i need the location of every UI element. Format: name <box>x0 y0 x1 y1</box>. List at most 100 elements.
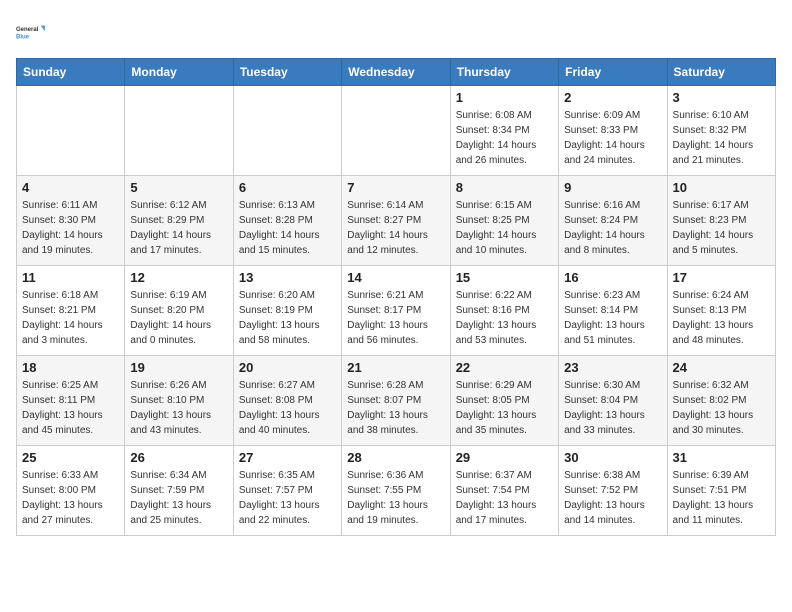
day-info: Sunrise: 6:22 AM Sunset: 8:16 PM Dayligh… <box>456 288 553 348</box>
day-info: Sunrise: 6:36 AM Sunset: 7:55 PM Dayligh… <box>347 468 444 528</box>
calendar-body: 1 Sunrise: 6:08 AM Sunset: 8:34 PM Daylig… <box>17 86 776 536</box>
weekday-header-monday: Monday <box>125 59 233 86</box>
weekday-header-saturday: Saturday <box>667 59 775 86</box>
calendar-cell <box>17 86 125 176</box>
weekday-header-row: SundayMondayTuesdayWednesdayThursdayFrid… <box>17 59 776 86</box>
calendar-week-3: 11 Sunrise: 6:18 AM Sunset: 8:21 PM Dayli… <box>17 266 776 356</box>
calendar-week-1: 1 Sunrise: 6:08 AM Sunset: 8:34 PM Daylig… <box>17 86 776 176</box>
day-info: Sunrise: 6:09 AM Sunset: 8:33 PM Dayligh… <box>564 108 661 168</box>
calendar-cell: 9Sunrise: 6:16 AM Sunset: 8:24 PM Daylig… <box>559 176 667 266</box>
calendar-cell: 2 Sunrise: 6:09 AM Sunset: 8:33 PM Daylig… <box>559 86 667 176</box>
weekday-header-friday: Friday <box>559 59 667 86</box>
calendar-cell: 3Sunrise: 6:10 AM Sunset: 8:32 PM Daylig… <box>667 86 775 176</box>
calendar-cell: 25Sunrise: 6:33 AM Sunset: 8:00 PM Dayli… <box>17 446 125 536</box>
day-number: 24 <box>673 360 770 375</box>
day-number: 1 <box>456 90 553 105</box>
calendar-cell <box>233 86 341 176</box>
svg-text:Blue: Blue <box>16 34 30 40</box>
day-info: Sunrise: 6:27 AM Sunset: 8:08 PM Dayligh… <box>239 378 336 438</box>
calendar-table: SundayMondayTuesdayWednesdayThursdayFrid… <box>16 58 776 536</box>
day-number: 10 <box>673 180 770 195</box>
calendar-cell: 29Sunrise: 6:37 AM Sunset: 7:54 PM Dayli… <box>450 446 558 536</box>
day-info: Sunrise: 6:30 AM Sunset: 8:04 PM Dayligh… <box>564 378 661 438</box>
day-number: 30 <box>564 450 661 465</box>
calendar-cell: 4Sunrise: 6:11 AM Sunset: 8:30 PM Daylig… <box>17 176 125 266</box>
day-number: 16 <box>564 270 661 285</box>
calendar-cell: 28Sunrise: 6:36 AM Sunset: 7:55 PM Dayli… <box>342 446 450 536</box>
calendar-cell: 14 Sunrise: 6:21 AM Sunset: 8:17 PM Dayli… <box>342 266 450 356</box>
day-info: Sunrise: 6:28 AM Sunset: 8:07 PM Dayligh… <box>347 378 444 438</box>
day-info: Sunrise: 6:24 AM Sunset: 8:13 PM Dayligh… <box>673 288 770 348</box>
calendar-cell: 24 Sunrise: 6:32 AM Sunset: 8:02 PM Dayli… <box>667 356 775 446</box>
weekday-header-sunday: Sunday <box>17 59 125 86</box>
day-info: Sunrise: 6:26 AM Sunset: 8:10 PM Dayligh… <box>130 378 227 438</box>
day-number: 12 <box>130 270 227 285</box>
day-info: Sunrise: 6:38 AM Sunset: 7:52 PM Dayligh… <box>564 468 661 528</box>
day-number: 15 <box>456 270 553 285</box>
day-number: 14 <box>347 270 444 285</box>
day-info: Sunrise: 6:17 AM Sunset: 8:23 PM Dayligh… <box>673 198 770 258</box>
day-number: 3 <box>673 90 770 105</box>
day-number: 22 <box>456 360 553 375</box>
day-info: Sunrise: 6:37 AM Sunset: 7:54 PM Dayligh… <box>456 468 553 528</box>
calendar-week-5: 25Sunrise: 6:33 AM Sunset: 8:00 PM Dayli… <box>17 446 776 536</box>
day-info: Sunrise: 6:08 AM Sunset: 8:34 PM Dayligh… <box>456 108 553 168</box>
calendar-cell: 30 Sunrise: 6:38 AM Sunset: 7:52 PM Dayli… <box>559 446 667 536</box>
calendar-cell: 6 Sunrise: 6:13 AM Sunset: 8:28 PM Daylig… <box>233 176 341 266</box>
calendar-cell: 21 Sunrise: 6:28 AM Sunset: 8:07 PM Dayli… <box>342 356 450 446</box>
calendar-cell: 23 Sunrise: 6:30 AM Sunset: 8:04 PM Dayli… <box>559 356 667 446</box>
day-info: Sunrise: 6:23 AM Sunset: 8:14 PM Dayligh… <box>564 288 661 348</box>
day-info: Sunrise: 6:32 AM Sunset: 8:02 PM Dayligh… <box>673 378 770 438</box>
day-info: Sunrise: 6:20 AM Sunset: 8:19 PM Dayligh… <box>239 288 336 348</box>
calendar-cell: 20 Sunrise: 6:27 AM Sunset: 8:08 PM Dayli… <box>233 356 341 446</box>
calendar-cell: 10 Sunrise: 6:17 AM Sunset: 8:23 PM Dayli… <box>667 176 775 266</box>
day-info: Sunrise: 6:21 AM Sunset: 8:17 PM Dayligh… <box>347 288 444 348</box>
calendar-cell: 17Sunrise: 6:24 AM Sunset: 8:13 PM Dayli… <box>667 266 775 356</box>
day-number: 2 <box>564 90 661 105</box>
day-number: 20 <box>239 360 336 375</box>
calendar-cell: 31Sunrise: 6:39 AM Sunset: 7:51 PM Dayli… <box>667 446 775 536</box>
calendar-cell: 7 Sunrise: 6:14 AM Sunset: 8:27 PM Daylig… <box>342 176 450 266</box>
calendar-cell: 5Sunrise: 6:12 AM Sunset: 8:29 PM Daylig… <box>125 176 233 266</box>
weekday-header-wednesday: Wednesday <box>342 59 450 86</box>
day-info: Sunrise: 6:34 AM Sunset: 7:59 PM Dayligh… <box>130 468 227 528</box>
calendar-header: SundayMondayTuesdayWednesdayThursdayFrid… <box>17 59 776 86</box>
day-number: 5 <box>130 180 227 195</box>
day-number: 25 <box>22 450 119 465</box>
calendar-cell: 13 Sunrise: 6:20 AM Sunset: 8:19 PM Dayli… <box>233 266 341 356</box>
day-info: Sunrise: 6:18 AM Sunset: 8:21 PM Dayligh… <box>22 288 119 348</box>
day-number: 31 <box>673 450 770 465</box>
weekday-header-thursday: Thursday <box>450 59 558 86</box>
day-number: 11 <box>22 270 119 285</box>
calendar-cell: 11 Sunrise: 6:18 AM Sunset: 8:21 PM Dayli… <box>17 266 125 356</box>
calendar-cell: 18Sunrise: 6:25 AM Sunset: 8:11 PM Dayli… <box>17 356 125 446</box>
logo: GeneralBlue <box>16 16 48 48</box>
day-info: Sunrise: 6:16 AM Sunset: 8:24 PM Dayligh… <box>564 198 661 258</box>
day-info: Sunrise: 6:29 AM Sunset: 8:05 PM Dayligh… <box>456 378 553 438</box>
calendar-cell: 15 Sunrise: 6:22 AM Sunset: 8:16 PM Dayli… <box>450 266 558 356</box>
day-number: 4 <box>22 180 119 195</box>
day-number: 23 <box>564 360 661 375</box>
calendar-cell: 22 Sunrise: 6:29 AM Sunset: 8:05 PM Dayli… <box>450 356 558 446</box>
page-header: GeneralBlue <box>16 16 776 48</box>
day-info: Sunrise: 6:35 AM Sunset: 7:57 PM Dayligh… <box>239 468 336 528</box>
day-info: Sunrise: 6:14 AM Sunset: 8:27 PM Dayligh… <box>347 198 444 258</box>
calendar-cell: 19 Sunrise: 6:26 AM Sunset: 8:10 PM Dayli… <box>125 356 233 446</box>
calendar-cell <box>342 86 450 176</box>
day-number: 7 <box>347 180 444 195</box>
calendar-cell: 26Sunrise: 6:34 AM Sunset: 7:59 PM Dayli… <box>125 446 233 536</box>
day-number: 21 <box>347 360 444 375</box>
day-number: 6 <box>239 180 336 195</box>
logo-icon: GeneralBlue <box>16 16 48 48</box>
day-number: 19 <box>130 360 227 375</box>
day-number: 13 <box>239 270 336 285</box>
day-info: Sunrise: 6:13 AM Sunset: 8:28 PM Dayligh… <box>239 198 336 258</box>
svg-text:General: General <box>16 27 39 33</box>
calendar-week-4: 18Sunrise: 6:25 AM Sunset: 8:11 PM Dayli… <box>17 356 776 446</box>
calendar-cell <box>125 86 233 176</box>
calendar-cell: 12 Sunrise: 6:19 AM Sunset: 8:20 PM Dayli… <box>125 266 233 356</box>
day-number: 8 <box>456 180 553 195</box>
day-info: Sunrise: 6:19 AM Sunset: 8:20 PM Dayligh… <box>130 288 227 348</box>
day-number: 27 <box>239 450 336 465</box>
calendar-cell: 27 Sunrise: 6:35 AM Sunset: 7:57 PM Dayli… <box>233 446 341 536</box>
